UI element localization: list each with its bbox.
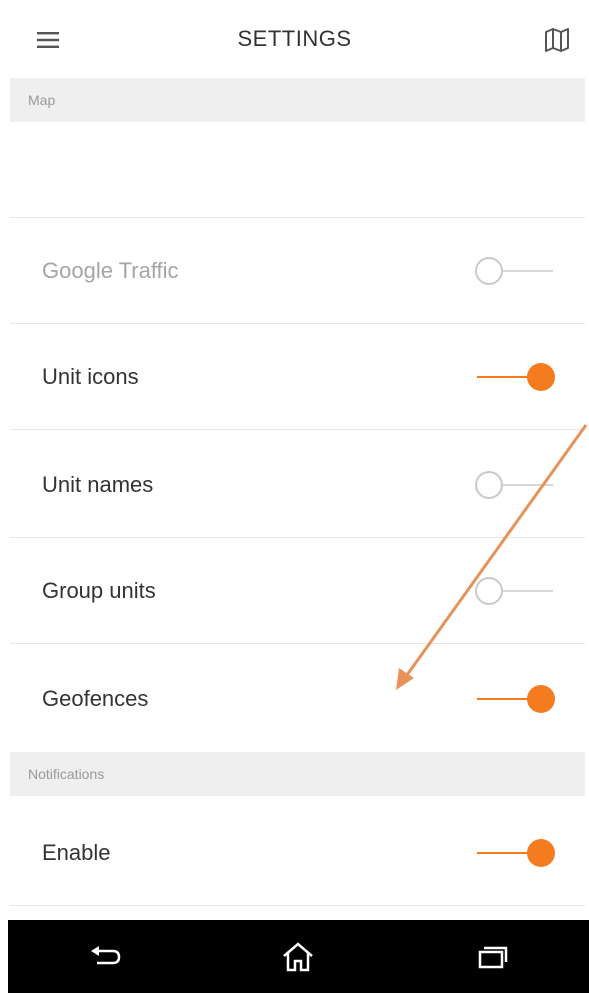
setting-label-unit-icons: Unit icons	[42, 363, 139, 389]
toggle-knob	[527, 685, 555, 713]
toggle-knob	[527, 838, 555, 867]
section-header-map: Map	[10, 78, 585, 122]
toggle-knob	[475, 576, 503, 605]
toggle-group-units[interactable]	[473, 573, 557, 609]
setting-label-unit-names: Unit names	[42, 471, 154, 497]
home-icon[interactable]	[268, 932, 328, 982]
page-title: SETTINGS	[237, 26, 352, 51]
toggle-geofences[interactable]	[473, 681, 557, 717]
setting-row-google-traffic: Google Traffic	[10, 218, 585, 324]
setting-row-geofences: Geofences	[10, 646, 585, 752]
setting-row-enable-notifications: Enable	[10, 800, 585, 906]
setting-row-group-units: Group units	[10, 538, 585, 644]
section-label-map: Map	[28, 92, 56, 108]
setting-label-enable: Enable	[42, 839, 111, 865]
toggle-knob	[475, 256, 503, 285]
section-label-notifications: Notifications	[28, 766, 105, 782]
map-icon[interactable]	[541, 24, 573, 56]
toggle-enable-notifications[interactable]	[473, 835, 557, 871]
hamburger-menu-icon[interactable]	[32, 24, 64, 56]
setting-row-unit-icons: Unit icons	[10, 324, 585, 430]
back-icon[interactable]	[75, 932, 135, 982]
system-nav-bar	[8, 920, 589, 993]
setting-label-geofences: Geofences	[42, 686, 149, 711]
toggle-knob	[475, 470, 503, 499]
recent-apps-icon[interactable]	[462, 932, 522, 982]
blank-setting-row	[10, 122, 585, 218]
setting-label-group-units: Group units	[42, 577, 156, 603]
toggle-unit-names[interactable]	[473, 467, 557, 503]
toggle-unit-icons[interactable]	[473, 359, 557, 395]
toggle-knob	[527, 362, 555, 391]
app-bar: SETTINGS	[0, 0, 589, 78]
section-header-notifications: Notifications	[10, 752, 585, 796]
setting-row-unit-names: Unit names	[10, 432, 585, 538]
setting-label-google-traffic: Google Traffic	[42, 257, 179, 283]
toggle-google-traffic[interactable]	[473, 253, 557, 289]
